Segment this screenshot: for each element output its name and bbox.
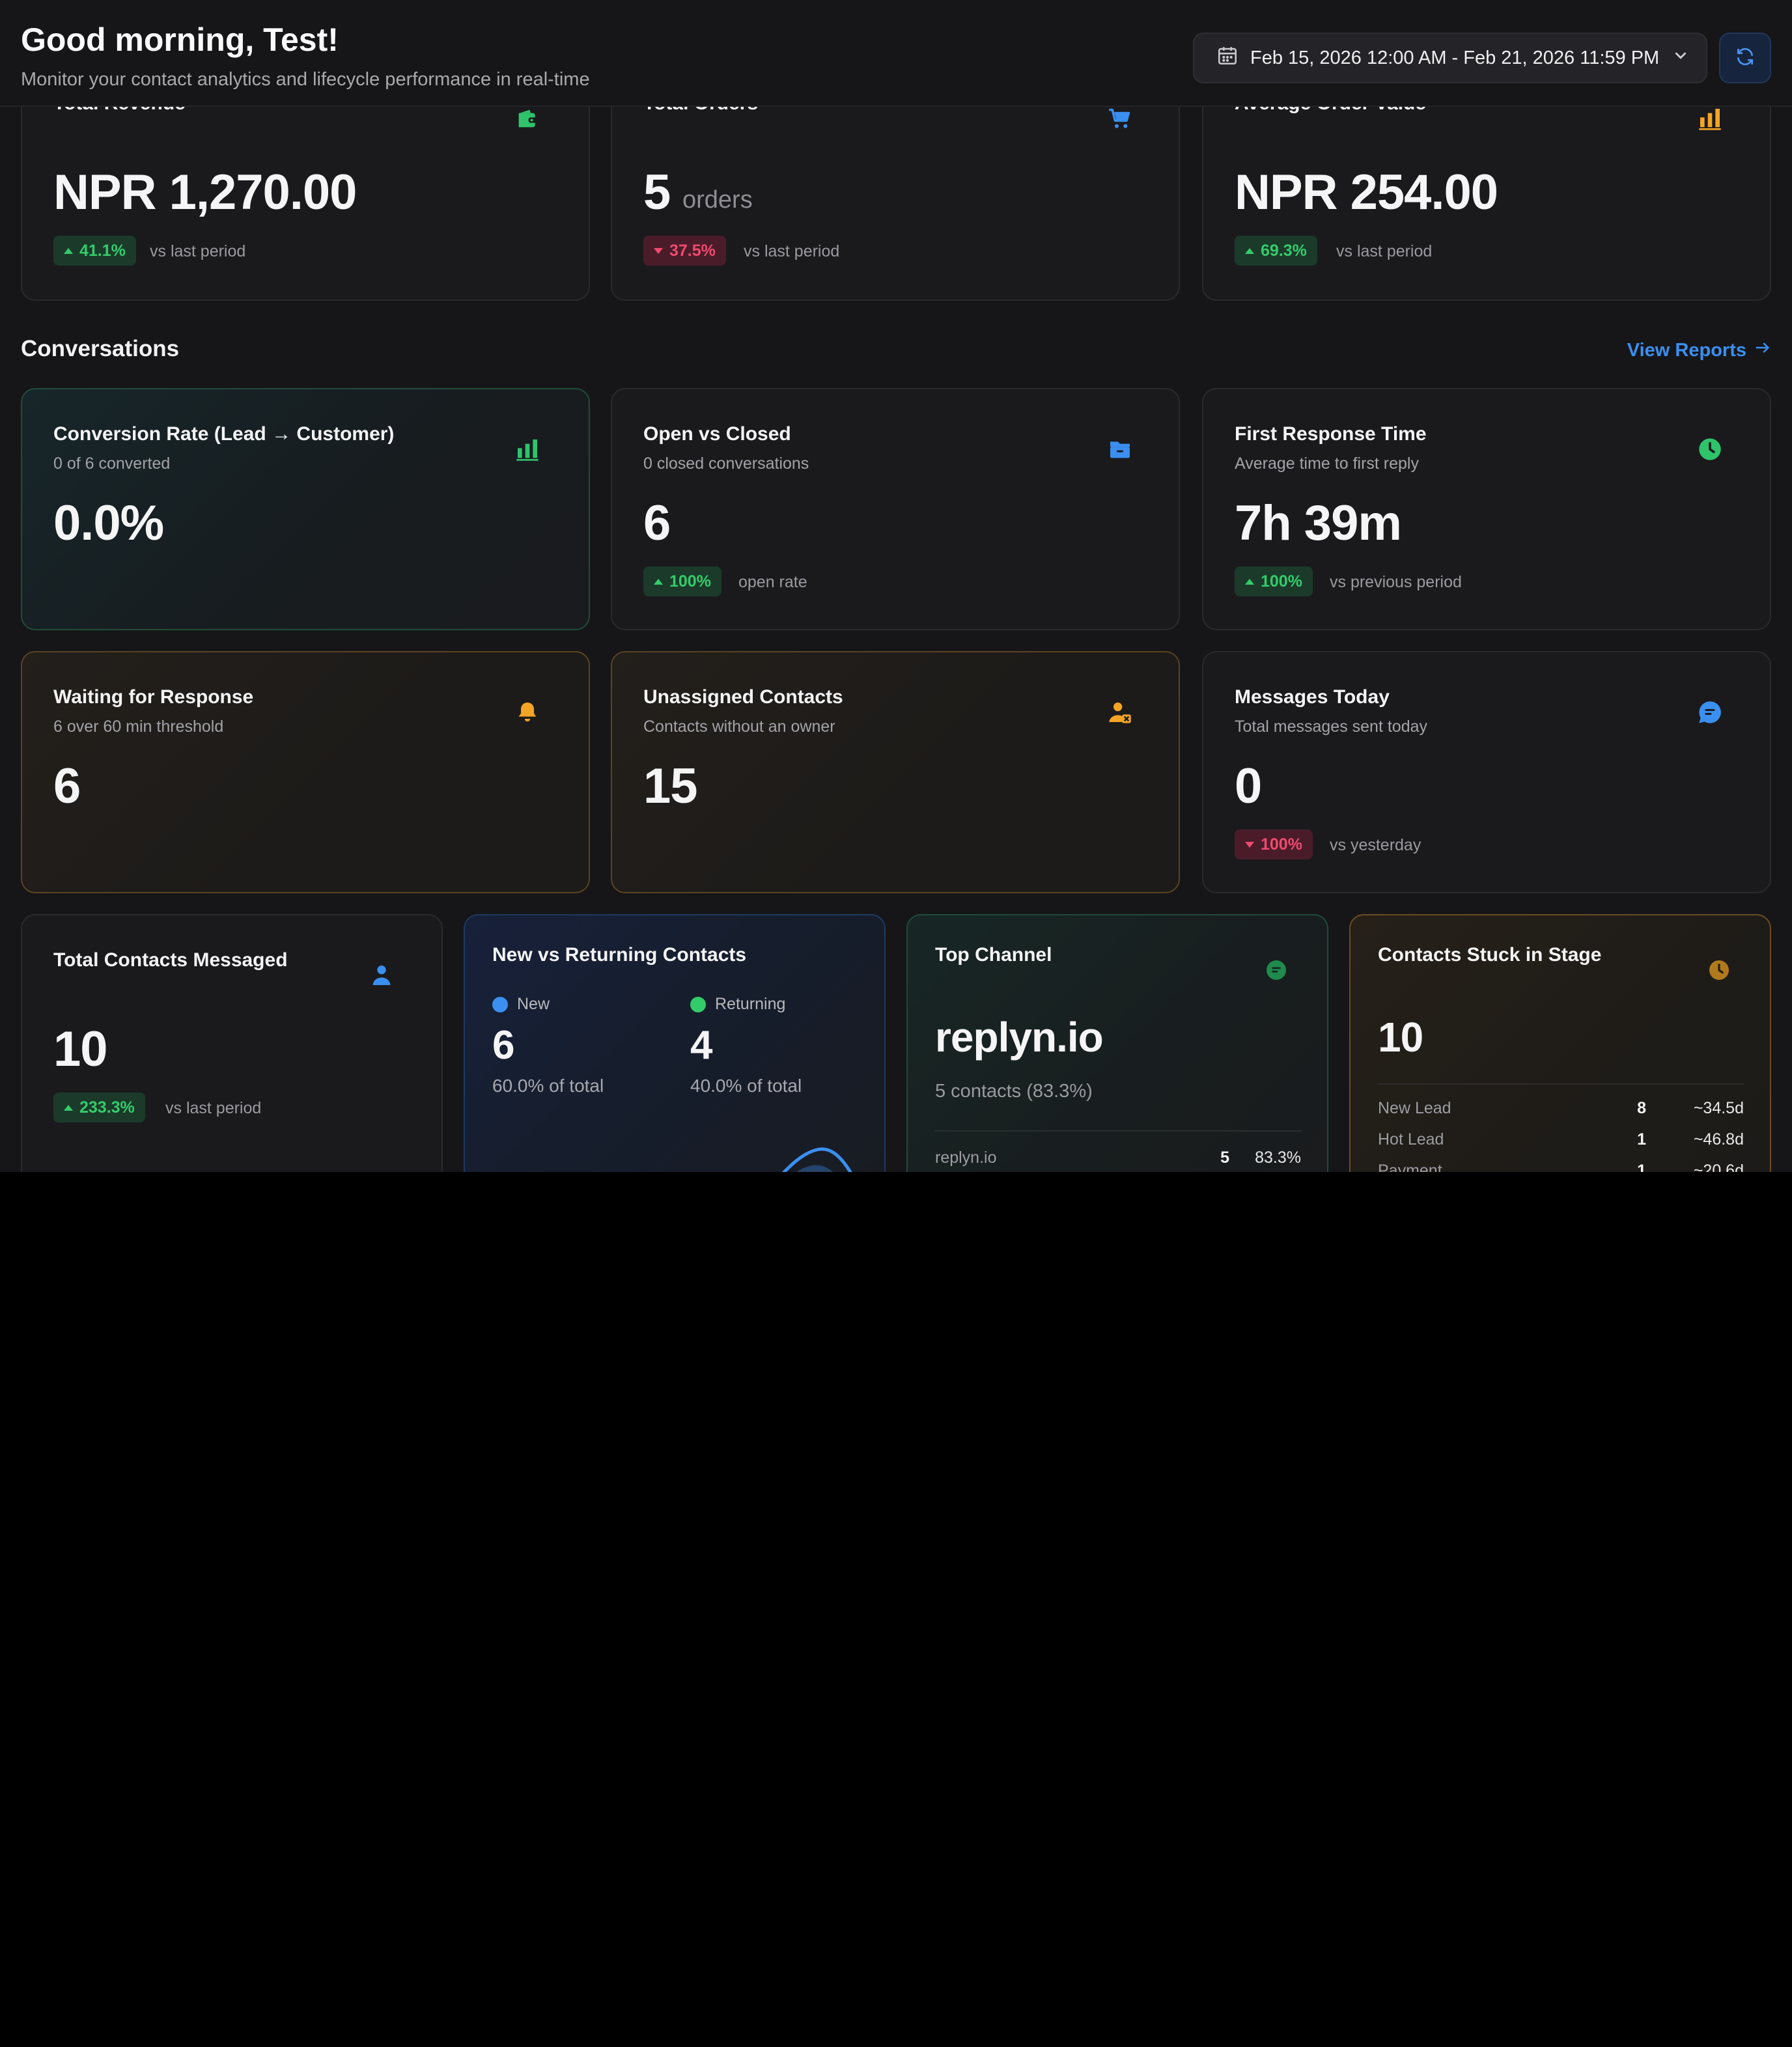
stage-row: New Lead 8 ~34.5d	[1378, 1099, 1744, 1117]
card-value: 6	[643, 495, 671, 551]
kpi-value: NPR 254.00	[1235, 165, 1498, 220]
channel-row: replyn.io 5 83.3%	[935, 1149, 1301, 1167]
kpi-unit: orders	[682, 186, 753, 214]
date-range-picker[interactable]: Feb 15, 2026 12:00 AM - Feb 21, 2026 11:…	[1193, 33, 1707, 83]
card-total-contacts-messaged[interactable]: Total Contacts Messaged 10 233.3% vs las…	[21, 914, 443, 1172]
card-title: Contacts Stuck in Stage	[1378, 944, 1602, 966]
card-title: New vs Returning Contacts	[492, 944, 747, 966]
channel-row-name: replyn.io	[935, 1149, 997, 1167]
channel-row-count: 5	[1220, 1149, 1229, 1167]
card-title: Waiting for Response	[53, 686, 254, 708]
new-percent: 60.0% of total	[492, 1076, 604, 1096]
user-x-icon	[1107, 699, 1133, 725]
card-value: 0.0%	[53, 495, 164, 551]
card-value: 6	[53, 759, 81, 814]
cart-icon	[1107, 105, 1133, 132]
card-title: First Response Time	[1235, 423, 1427, 445]
area-chart	[781, 1147, 852, 1172]
view-reports-label: View Reports	[1627, 339, 1746, 361]
wallet-icon	[514, 105, 540, 132]
change-badge: 69.3%	[1235, 236, 1317, 266]
legend-new: New	[492, 995, 550, 1014]
date-range-text: Feb 15, 2026 12:00 AM - Feb 21, 2026 11:…	[1250, 47, 1660, 68]
user-icon	[369, 962, 395, 988]
card-subtitle: Contacts without an owner	[643, 717, 835, 736]
card-value: 10	[1378, 1014, 1423, 1061]
badge-note: vs last period	[150, 242, 246, 260]
card-value: 0	[1235, 759, 1262, 814]
chat-icon	[1263, 957, 1289, 983]
divider	[935, 1130, 1301, 1132]
page-subtitle: Monitor your contact analytics and lifec…	[21, 69, 590, 90]
section-title-conversations: Conversations	[21, 336, 180, 361]
clock-icon	[1706, 957, 1732, 983]
card-title: Conversion Rate (Lead → Customer)	[53, 423, 395, 445]
stage-row: Payment 1 ~20.6d	[1378, 1162, 1744, 1172]
page-header: Good morning, Test! Monitor your contact…	[0, 0, 1792, 107]
divider	[1378, 1083, 1744, 1085]
new-value: 6	[492, 1023, 514, 1068]
card-title: Open vs Closed	[643, 423, 791, 445]
card-value: 7h 39m	[1235, 495, 1402, 551]
calendar-icon	[1216, 44, 1239, 72]
badge-note: vs last period	[165, 1099, 262, 1117]
card-title: Total Contacts Messaged	[53, 949, 288, 971]
card-subtitle: Average time to first reply	[1235, 454, 1419, 473]
channel-name: replyn.io	[935, 1014, 1104, 1061]
change-badge: 41.1%	[53, 236, 136, 266]
card-new-vs-returning[interactable]: New vs Returning Contacts New Returning …	[464, 914, 886, 1172]
view-reports-link[interactable]: View Reports	[1627, 339, 1771, 362]
change-badge: 100%	[643, 566, 721, 596]
refresh-icon	[1735, 46, 1756, 70]
stage-row: Hot Lead 1 ~46.8d	[1378, 1130, 1744, 1149]
card-messages-today[interactable]: Messages Today Total messages sent today…	[1202, 651, 1771, 893]
bar-chart-icon	[514, 436, 540, 462]
dashboard-screen: Total Revenue NPR 1,270.00 41.1% vs last…	[0, 0, 1792, 1172]
card-contacts-stuck[interactable]: Contacts Stuck in Stage 10 New Lead 8 ~3…	[1349, 914, 1771, 1172]
card-top-channel[interactable]: Top Channel replyn.io 5 contacts (83.3%)…	[906, 914, 1328, 1172]
card-title: Messages Today	[1235, 686, 1390, 708]
card-title: Unassigned Contacts	[643, 686, 843, 708]
change-badge: 100%	[1235, 566, 1313, 596]
channel-row-percent: 83.3%	[1255, 1149, 1301, 1167]
clock-icon	[1697, 436, 1723, 462]
badge-note: vs previous period	[1330, 573, 1462, 591]
chevron-down-icon	[1671, 46, 1690, 70]
card-conversion-rate[interactable]: Conversion Rate (Lead → Customer) 0 of 6…	[21, 388, 590, 630]
bar-chart-icon	[1697, 105, 1723, 132]
card-subtitle: 6 over 60 min threshold	[53, 717, 224, 736]
folder-icon	[1107, 436, 1133, 462]
bell-icon	[514, 699, 540, 725]
card-subtitle: 0 of 6 converted	[53, 454, 171, 473]
returning-percent: 40.0% of total	[690, 1076, 802, 1096]
card-first-response[interactable]: First Response Time Average time to firs…	[1202, 388, 1771, 630]
chat-icon	[1697, 699, 1723, 725]
arrow-right-icon	[1753, 339, 1771, 362]
card-waiting-response[interactable]: Waiting for Response 6 over 60 min thres…	[21, 651, 590, 893]
refresh-button[interactable]	[1719, 33, 1771, 83]
card-value: 15	[643, 759, 698, 814]
legend-returning: Returning	[690, 995, 785, 1014]
card-subtitle: 0 closed conversations	[643, 454, 809, 473]
kpi-value: 5	[643, 165, 671, 220]
channel-subtitle: 5 contacts (83.3%)	[935, 1081, 1093, 1102]
card-open-vs-closed[interactable]: Open vs Closed 0 closed conversations 6 …	[611, 388, 1180, 630]
kpi-value: NPR 1,270.00	[53, 165, 357, 220]
badge-note: open rate	[738, 573, 807, 591]
page-title: Good morning, Test!	[21, 21, 339, 58]
card-unassigned-contacts[interactable]: Unassigned Contacts Contacts without an …	[611, 651, 1180, 893]
badge-note: vs yesterday	[1330, 836, 1421, 854]
change-badge: 233.3%	[53, 1093, 145, 1122]
change-badge: 100%	[1235, 829, 1313, 859]
card-subtitle: Total messages sent today	[1235, 717, 1427, 736]
returning-value: 4	[690, 1023, 712, 1068]
change-badge: 37.5%	[643, 236, 726, 266]
badge-note: vs last period	[1336, 242, 1433, 260]
badge-note: vs last period	[744, 242, 840, 260]
card-title: Top Channel	[935, 944, 1052, 966]
sparkline	[22, 1137, 443, 1172]
card-value: 10	[53, 1022, 108, 1077]
